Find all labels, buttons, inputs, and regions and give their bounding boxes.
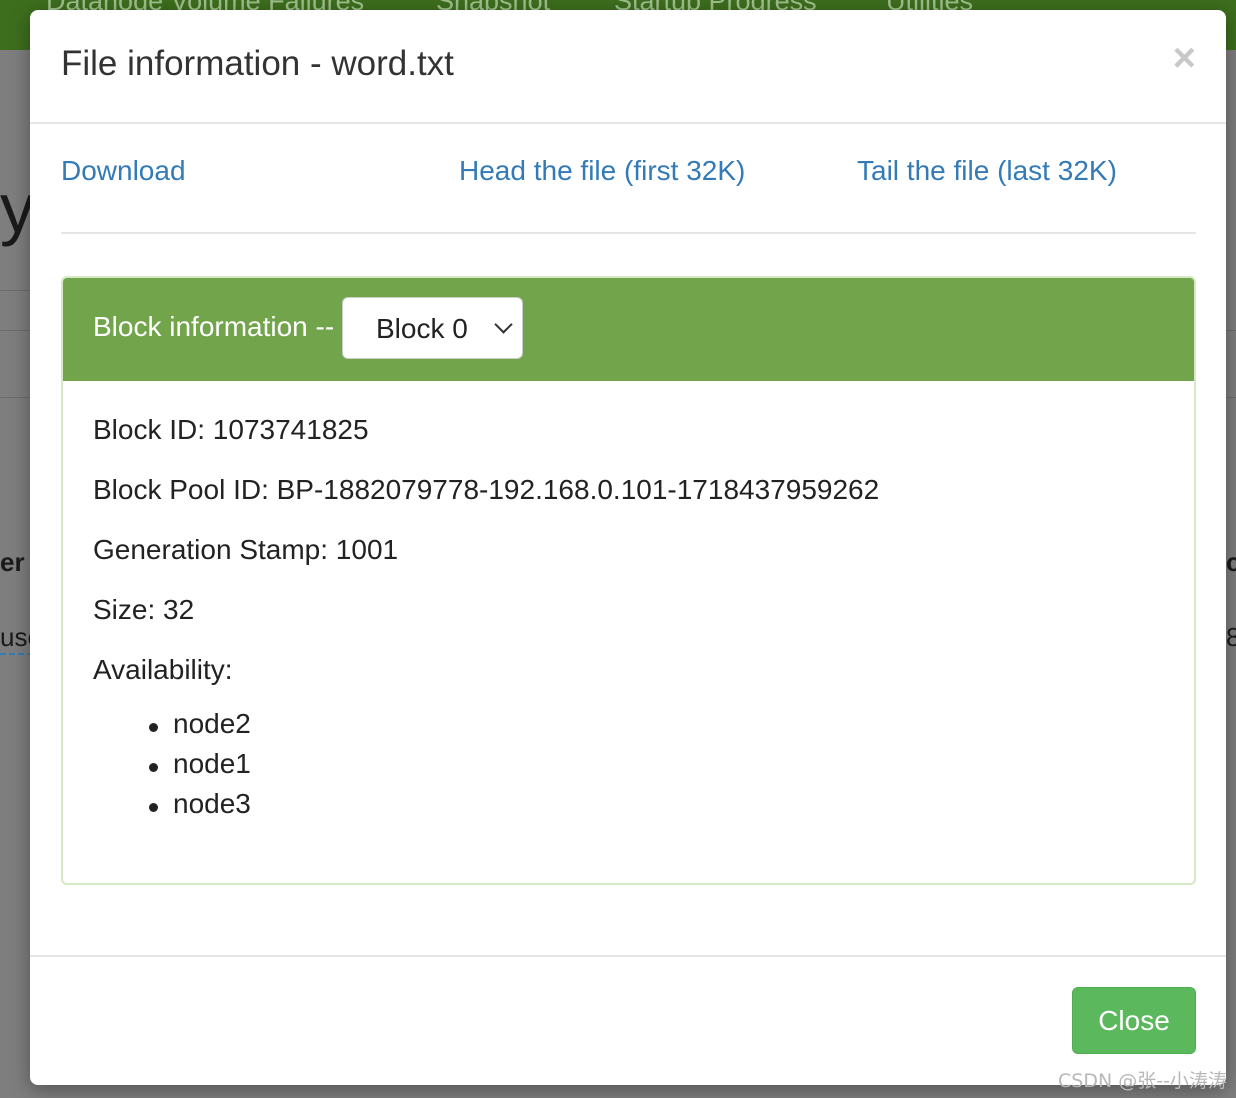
block-id: Block ID: 1073741825	[93, 414, 369, 445]
modal-footer-divider	[30, 955, 1226, 957]
chevron-down-icon	[494, 315, 513, 334]
background-divider	[1226, 330, 1236, 331]
bullet-icon	[149, 763, 158, 772]
node-name: node2	[173, 708, 251, 739]
background-divider	[0, 330, 30, 331]
background-divider	[1226, 397, 1236, 398]
block-size: Size: 32	[93, 594, 195, 625]
download-link[interactable]: Download	[61, 155, 186, 187]
node-name: node3	[173, 788, 251, 819]
generation-stamp: Generation Stamp: 1001	[93, 534, 399, 565]
block-select-value: Block 0	[376, 313, 468, 344]
node-name: node1	[173, 748, 251, 779]
block-pool-id: Block Pool ID: BP-1882079778-192.168.0.1…	[93, 474, 880, 505]
list-item: node2	[149, 708, 251, 748]
block-select[interactable]: Block 0	[342, 297, 523, 359]
background-divider	[0, 397, 30, 398]
modal-header: File information - word.txt ×	[30, 10, 1226, 124]
bullet-icon	[149, 723, 158, 732]
tail-file-link[interactable]: Tail the file (last 32K)	[857, 155, 1117, 187]
head-file-link[interactable]: Head the file (first 32K)	[459, 155, 745, 187]
modal-title: File information - word.txt	[61, 44, 454, 83]
file-actions: Download Head the file (first 32K) Tail …	[61, 155, 1196, 215]
file-information-modal: File information - word.txt × Download H…	[30, 10, 1226, 1085]
block-information-panel: Block information -- Block 0 Block ID: 1…	[61, 276, 1196, 885]
list-item: node3	[149, 788, 251, 828]
block-information-label: Block information --	[93, 311, 335, 342]
list-item: node1	[149, 748, 251, 788]
close-button[interactable]: Close	[1072, 987, 1196, 1054]
watermark: CSDN @张--小涛涛	[1058, 1070, 1227, 1092]
divider	[61, 232, 1196, 234]
close-icon[interactable]: ×	[1173, 38, 1196, 78]
availability-node-list: node2 node1 node3	[149, 708, 251, 828]
bullet-icon	[149, 803, 158, 812]
background-cell-fragment-right: 8	[1226, 622, 1236, 652]
background-column-fragment: er	[0, 547, 25, 577]
background-column-fragment-right: c	[1226, 547, 1236, 577]
availability-label: Availability:	[93, 654, 233, 685]
panel-heading: Block information -- Block 0	[63, 278, 1194, 381]
background-divider	[0, 290, 30, 291]
